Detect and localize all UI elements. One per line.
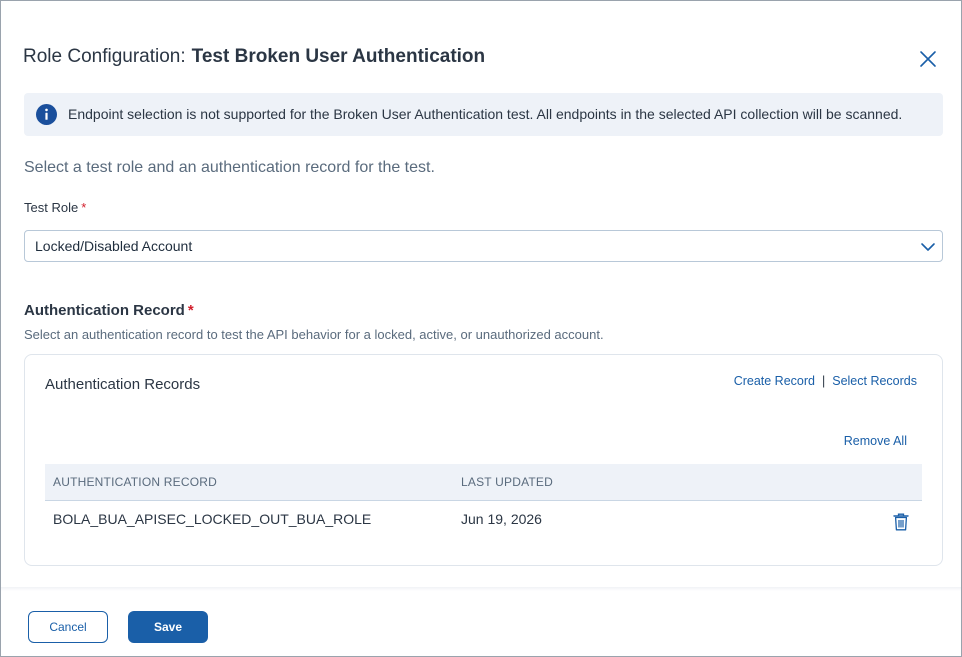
info-banner-text: Endpoint selection is not supported for …: [68, 106, 903, 122]
required-marker: *: [81, 200, 87, 215]
test-role-selected-value: Locked/Disabled Account: [35, 238, 193, 254]
column-header-authentication-record: AUTHENTICATION RECORD: [53, 475, 217, 489]
create-record-link[interactable]: Create Record: [734, 374, 815, 388]
info-banner: Endpoint selection is not supported for …: [24, 93, 943, 136]
close-button[interactable]: [916, 47, 940, 71]
required-marker: *: [187, 302, 194, 319]
test-role-select[interactable]: Locked/Disabled Account: [24, 230, 943, 262]
authentication-record-heading-text: Authentication Record: [24, 302, 185, 319]
authentication-records-title: Authentication Records: [45, 376, 201, 393]
dialog-title-role-name: Test Broken User Authentication: [191, 46, 486, 67]
record-name-cell: BOLA_BUA_APISEC_LOCKED_OUT_BUA_ROLE: [53, 511, 372, 527]
select-records-link[interactable]: Select Records: [832, 374, 917, 388]
info-icon: [36, 104, 57, 125]
record-actions: Create Record | Select Records: [734, 374, 917, 388]
authentication-record-heading: Authentication Record *: [24, 302, 194, 319]
remove-all-link[interactable]: Remove All: [844, 434, 907, 448]
records-table-header: AUTHENTICATION RECORD LAST UPDATED: [45, 464, 922, 501]
table-row: BOLA_BUA_APISEC_LOCKED_OUT_BUA_ROLE Jun …: [45, 501, 922, 541]
authentication-records-card: Authentication Records Create Record | Sel…: [24, 354, 943, 566]
footer-divider: [1, 587, 961, 591]
trash-icon[interactable]: [893, 513, 909, 531]
authentication-record-description: Select an authentication record to test …: [24, 327, 604, 342]
link-separator: |: [821, 374, 826, 388]
dialog-title: Role Configuration: Test Broken User Auth…: [23, 46, 485, 68]
test-role-label: Test Role *: [24, 200, 86, 215]
column-header-last-updated: LAST UPDATED: [461, 475, 553, 489]
save-button[interactable]: Save: [128, 611, 208, 643]
cancel-button[interactable]: Cancel: [28, 611, 108, 643]
dialog-title-prefix: Role Configuration:: [23, 46, 186, 67]
last-updated-cell: Jun 19, 2026: [461, 511, 542, 527]
close-icon: [920, 51, 936, 67]
test-role-label-text: Test Role: [24, 200, 79, 215]
role-configuration-dialog: Role Configuration: Test Broken User Auth…: [0, 0, 962, 657]
instructions-text: Select a test role and an authentication…: [24, 159, 435, 176]
chevron-down-icon: [921, 243, 935, 251]
